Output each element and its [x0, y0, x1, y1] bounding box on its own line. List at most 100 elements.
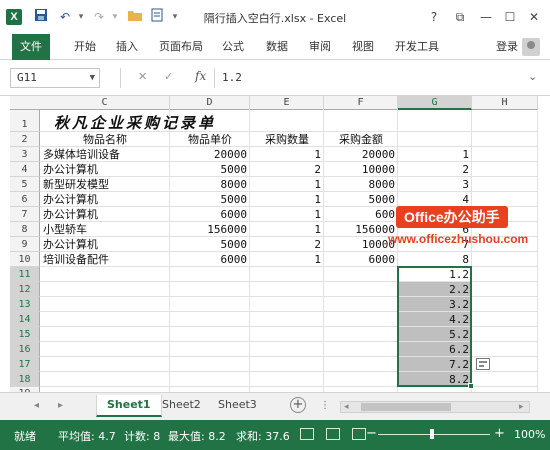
column-header-f[interactable]: F: [324, 96, 398, 110]
row-header-12[interactable]: 12: [10, 282, 40, 297]
add-sheet-button[interactable]: +: [290, 397, 306, 413]
row-header-17[interactable]: 17: [10, 357, 40, 372]
quantity-cell[interactable]: 1: [250, 177, 324, 192]
confirm-entry-icon[interactable]: ✓: [164, 70, 173, 83]
tab-review[interactable]: 审阅: [305, 38, 335, 56]
item-name-cell[interactable]: 多媒体培训设备: [40, 147, 170, 162]
row-header-4[interactable]: 4: [10, 162, 40, 177]
tab-data[interactable]: 数据: [262, 38, 292, 56]
tab-developer[interactable]: 开发工具: [392, 38, 442, 56]
name-box-dropdown-icon[interactable]: ▼: [90, 69, 95, 87]
page-layout-view-icon[interactable]: [326, 428, 340, 440]
sheet-title[interactable]: 秋凡企业采购记录单: [54, 112, 216, 133]
quantity-cell[interactable]: 2: [250, 237, 324, 252]
help-button[interactable]: ?: [424, 8, 444, 26]
tab-home[interactable]: 开始: [70, 38, 100, 56]
header-cell[interactable]: 采购数量: [250, 132, 324, 147]
item-name-cell[interactable]: 办公计算机: [40, 162, 170, 177]
sheet-tab-sheet2[interactable]: Sheet2: [152, 395, 211, 417]
row-header-16[interactable]: 16: [10, 342, 40, 357]
column-header-d[interactable]: D: [170, 96, 250, 110]
sheet-next-icon[interactable]: ▸: [58, 400, 63, 411]
unit-price-cell[interactable]: 8000: [170, 177, 250, 192]
row-header-3[interactable]: 3: [10, 147, 40, 162]
header-cell[interactable]: 物品单价: [170, 132, 250, 147]
expand-formula-bar-icon[interactable]: ⌄: [528, 70, 537, 83]
amount-cell[interactable]: 6000: [324, 252, 398, 267]
scrollbar-thumb[interactable]: [361, 403, 451, 411]
quantity-cell[interactable]: 2: [250, 162, 324, 177]
quantity-cell[interactable]: 1: [250, 147, 324, 162]
maximize-button[interactable]: ☐: [500, 8, 520, 26]
amount-cell[interactable]: 10000: [324, 237, 398, 252]
row-header-15[interactable]: 15: [10, 327, 40, 342]
tab-view[interactable]: 视图: [348, 38, 378, 56]
normal-view-icon[interactable]: [300, 428, 314, 440]
tab-file[interactable]: 文件: [12, 34, 50, 60]
item-name-cell[interactable]: 培训设备配件: [40, 252, 170, 267]
zoom-level[interactable]: 100%: [514, 428, 545, 441]
minimize-button[interactable]: —: [476, 8, 496, 26]
item-name-cell[interactable]: 小型轿车: [40, 222, 170, 237]
quantity-cell[interactable]: 1: [250, 192, 324, 207]
amount-cell[interactable]: 5000: [324, 192, 398, 207]
unit-price-cell[interactable]: 5000: [170, 192, 250, 207]
unit-price-cell[interactable]: 5000: [170, 162, 250, 177]
item-name-cell[interactable]: 办公计算机: [40, 192, 170, 207]
page-break-view-icon[interactable]: [352, 428, 366, 440]
sequence-cell[interactable]: 3: [398, 177, 472, 192]
amount-cell[interactable]: 8000: [324, 177, 398, 192]
item-name-cell[interactable]: 办公计算机: [40, 237, 170, 252]
tab-formulas[interactable]: 公式: [218, 38, 248, 56]
quick-analysis-icon[interactable]: [476, 358, 490, 370]
item-name-cell[interactable]: 办公计算机: [40, 207, 170, 222]
row-header-6[interactable]: 6: [10, 192, 40, 207]
row-header-10[interactable]: 10: [10, 252, 40, 267]
quantity-cell[interactable]: 1: [250, 222, 324, 237]
row-header-2[interactable]: 2: [10, 132, 40, 147]
row-header-14[interactable]: 14: [10, 312, 40, 327]
zoom-slider-thumb[interactable]: [430, 429, 434, 439]
sequence-cell[interactable]: 2: [398, 162, 472, 177]
unit-price-cell[interactable]: 20000: [170, 147, 250, 162]
horizontal-scrollbar[interactable]: ◂ ▸: [340, 401, 530, 413]
avatar[interactable]: [522, 38, 540, 56]
tab-page-layout[interactable]: 页面布局: [156, 38, 206, 56]
unit-price-cell[interactable]: 156000: [170, 222, 250, 237]
fill-handle[interactable]: [468, 383, 474, 389]
amount-cell[interactable]: 156000: [324, 222, 398, 237]
row-header-11[interactable]: 11: [10, 267, 40, 282]
column-header-c[interactable]: C: [40, 96, 170, 110]
amount-cell[interactable]: 10000: [324, 162, 398, 177]
item-name-cell[interactable]: 新型研发模型: [40, 177, 170, 192]
amount-cell[interactable]: 600: [324, 207, 398, 222]
scroll-right-icon[interactable]: ▸: [519, 402, 524, 412]
row-header-9[interactable]: 9: [10, 237, 40, 252]
formula-input[interactable]: 1.2: [222, 68, 532, 88]
quantity-cell[interactable]: 1: [250, 207, 324, 222]
header-cell[interactable]: 采购金额: [324, 132, 398, 147]
unit-price-cell[interactable]: 6000: [170, 207, 250, 222]
column-header-e[interactable]: E: [250, 96, 324, 110]
sheet-prev-icon[interactable]: ◂: [34, 400, 39, 411]
zoom-out-button[interactable]: −: [366, 426, 377, 441]
insert-function-icon[interactable]: fx: [195, 69, 206, 83]
zoom-slider[interactable]: [378, 434, 490, 435]
sheet-tab-sheet3[interactable]: Sheet3: [208, 395, 267, 417]
amount-cell[interactable]: 20000: [324, 147, 398, 162]
sequence-cell[interactable]: 1: [398, 147, 472, 162]
row-header-1[interactable]: 1: [10, 110, 40, 132]
close-button[interactable]: ✕: [524, 8, 544, 26]
column-header-g[interactable]: G: [398, 96, 472, 110]
ribbon-display-options-icon[interactable]: ⧉: [450, 8, 470, 26]
row-header-5[interactable]: 5: [10, 177, 40, 192]
quantity-cell[interactable]: 1: [250, 252, 324, 267]
row-header-7[interactable]: 7: [10, 207, 40, 222]
tab-insert[interactable]: 插入: [112, 38, 142, 56]
sequence-cell[interactable]: 4: [398, 192, 472, 207]
login-link[interactable]: 登录: [496, 38, 518, 56]
row-header-13[interactable]: 13: [10, 297, 40, 312]
unit-price-cell[interactable]: 5000: [170, 237, 250, 252]
zoom-in-button[interactable]: +: [494, 426, 505, 441]
header-cell[interactable]: 物品名称: [40, 132, 170, 147]
